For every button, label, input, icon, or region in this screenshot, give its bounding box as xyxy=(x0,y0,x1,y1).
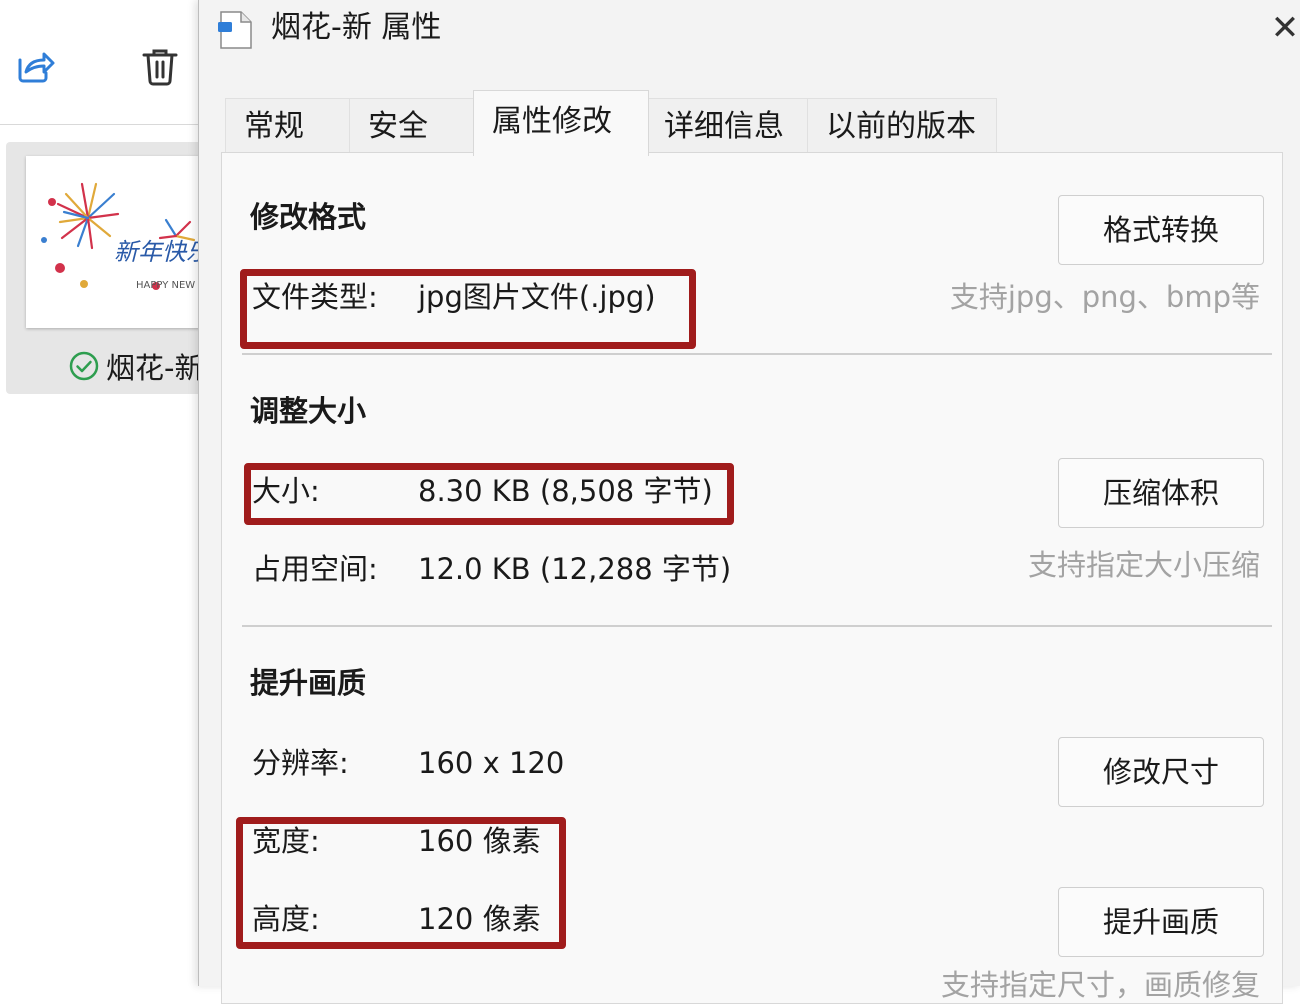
compress-button[interactable]: 压缩体积 xyxy=(1058,458,1264,528)
tab-previous-versions[interactable]: 以前的版本 xyxy=(807,98,997,154)
file-name-text: 烟花-新 xyxy=(106,351,200,385)
properties-dialog: 烟花-新 属性 ✕ 常规 安全 属性修改 详细信息 以前的版本 修改格式 格式转… xyxy=(198,0,1300,1004)
tab-general[interactable]: 常规 xyxy=(225,98,351,154)
quality-section-title: 提升画质 xyxy=(250,666,367,700)
file-type-label: 文件类型: xyxy=(252,280,378,314)
tab-details[interactable]: 详细信息 xyxy=(645,98,809,154)
section-divider xyxy=(242,625,1272,627)
file-type-value: jpg图片文件(.jpg) xyxy=(418,280,656,314)
explorer-toolbar xyxy=(0,0,200,125)
file-icon xyxy=(218,11,252,49)
convert-format-button[interactable]: 格式转换 xyxy=(1058,195,1264,265)
resize-hint: 支持指定大小压缩 xyxy=(1027,548,1260,582)
resize-dimensions-button[interactable]: 修改尺寸 xyxy=(1058,737,1264,807)
tab-panel: 修改格式 格式转换 文件类型: jpg图片文件(.jpg) 支持jpg、png、… xyxy=(221,152,1283,1004)
file-thumbnail: 新年快乐 HAPPY NEW xyxy=(26,156,200,328)
disk-size-label: 占用空间: xyxy=(252,552,378,586)
resolution-label: 分辨率: xyxy=(252,746,349,780)
enhance-quality-button[interactable]: 提升画质 xyxy=(1058,887,1264,957)
file-name-label: 烟花-新 xyxy=(68,342,200,390)
resize-section-title: 调整大小 xyxy=(250,394,367,428)
disk-size-value: 12.0 KB (12,288 字节) xyxy=(418,552,732,586)
format-hint: 支持jpg、png、bmp等 xyxy=(949,280,1260,314)
dialog-title: 烟花-新 属性 xyxy=(271,10,442,45)
explorer-pane: 新年快乐 HAPPY NEW 烟花-新 xyxy=(0,0,200,986)
file-item[interactable]: 新年快乐 HAPPY NEW 烟花-新 xyxy=(6,142,200,394)
quality-hint: 支持指定尺寸，画质修复 xyxy=(940,968,1260,1002)
section-divider xyxy=(242,353,1272,355)
resolution-value: 160 x 120 xyxy=(418,746,565,780)
width-value: 160 像素 xyxy=(418,824,541,858)
size-value: 8.30 KB (8,508 字节) xyxy=(418,474,713,508)
tab-property-edit[interactable]: 属性修改 xyxy=(473,90,649,156)
size-label: 大小: xyxy=(252,474,320,508)
share-icon[interactable] xyxy=(12,44,56,88)
format-section-title: 修改格式 xyxy=(250,200,367,234)
tab-security[interactable]: 安全 xyxy=(349,98,475,154)
thumbnail-subtitle: HAPPY NEW xyxy=(136,280,195,291)
trash-icon[interactable] xyxy=(138,44,182,88)
check-circle-icon xyxy=(69,351,99,381)
height-label: 高度: xyxy=(252,902,320,936)
dialog-titlebar[interactable]: 烟花-新 属性 ✕ xyxy=(199,0,1300,60)
height-value: 120 像素 xyxy=(418,902,541,936)
width-label: 宽度: xyxy=(252,824,320,858)
close-icon[interactable]: ✕ xyxy=(1265,6,1300,50)
thumbnail-title: 新年快乐 xyxy=(114,238,200,266)
